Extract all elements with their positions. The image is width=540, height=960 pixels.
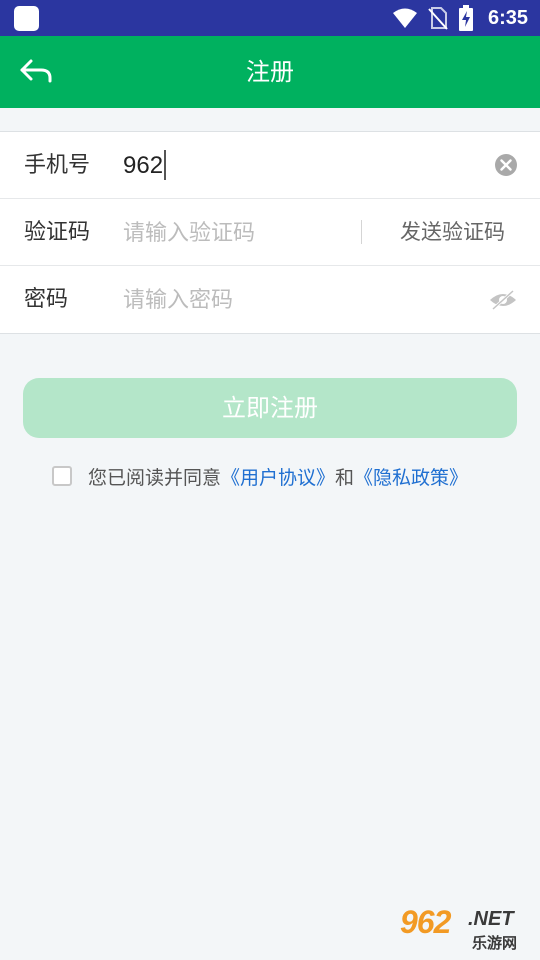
no-sim-icon (428, 7, 448, 30)
code-row: 验证码 发送验证码 (0, 199, 540, 266)
status-time: 6:35 (487, 6, 528, 29)
status-icons: 6:35 (392, 0, 528, 36)
battery-charging-icon (458, 5, 473, 31)
eye-hidden-icon[interactable] (488, 288, 518, 312)
password-input[interactable] (123, 281, 463, 319)
agreement-text: 您已阅读并同意 (88, 466, 222, 489)
watermark-logo: 962 .NET 乐游网 (400, 904, 532, 954)
page-title: 注册 (246, 58, 294, 86)
watermark-domain: .NET (468, 908, 514, 930)
back-arrow-icon (20, 59, 52, 83)
code-input[interactable] (123, 214, 348, 252)
register-button[interactable]: 立即注册 (23, 378, 517, 438)
phone-row: 手机号 962 (0, 132, 540, 199)
back-button[interactable] (14, 52, 58, 92)
divider (361, 220, 362, 244)
agreement-row: 您已阅读并同意 《用户协议》 和 《隐私政策》 (52, 461, 468, 491)
send-code-button[interactable]: 发送验证码 (400, 199, 505, 266)
password-row: 密码 (0, 266, 540, 333)
code-label: 验证码 (24, 220, 91, 245)
clear-circle-icon[interactable] (494, 153, 518, 177)
text-caret (164, 149, 167, 180)
phone-label: 手机号 (24, 153, 91, 178)
register-form: 手机号 962 验证码 发送验证码 密码 (0, 131, 540, 334)
agreement-conjunction: 和 (335, 466, 355, 489)
user-agreement-link[interactable]: 《用户协议》 (221, 463, 335, 490)
phone-input[interactable]: 962 (123, 132, 167, 199)
agreement-checkbox[interactable] (52, 466, 72, 486)
wifi-icon (392, 8, 417, 28)
privacy-policy-link[interactable]: 《隐私政策》 (354, 463, 468, 490)
watermark-number: 962 (400, 904, 451, 940)
app-icon (14, 6, 39, 31)
phone-value: 962 (123, 152, 164, 179)
watermark-site-name: 乐游网 (472, 934, 518, 952)
app-bar: 注册 (0, 36, 540, 108)
status-bar: 6:35 (0, 0, 540, 36)
password-label: 密码 (24, 287, 69, 312)
